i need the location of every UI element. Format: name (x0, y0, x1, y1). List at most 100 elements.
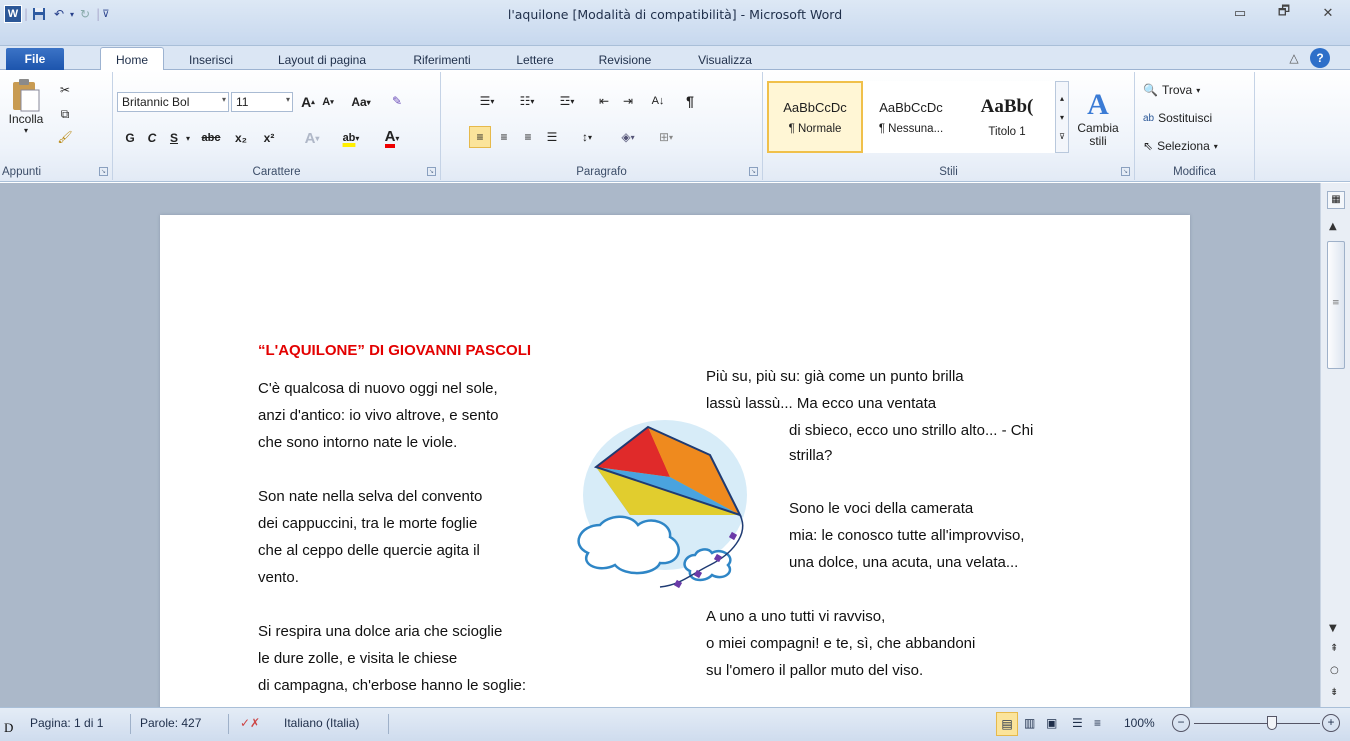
web-layout-icon[interactable]: ▣ (1046, 716, 1057, 730)
close-button[interactable]: ✕ (1306, 2, 1350, 24)
tab-home[interactable]: Home (100, 47, 164, 71)
line-spacing-icon[interactable]: ↕ ▾ (571, 126, 603, 148)
shrink-font-button[interactable]: A ▾ (319, 92, 337, 112)
italic-button[interactable]: C (143, 128, 161, 148)
next-page-icon[interactable]: ⇟ (1330, 687, 1338, 698)
scroll-up-icon[interactable]: ▲ (1329, 221, 1337, 232)
proofing-icon[interactable]: ✓✗ (240, 716, 260, 730)
subscript-button[interactable]: x₂ (229, 128, 253, 148)
replace-icon: ab (1143, 112, 1155, 124)
copy-icon[interactable]: ⧉ (54, 104, 76, 124)
language-indicator[interactable]: Italiano (Italia) (284, 716, 359, 730)
style-normale[interactable]: AaBbCcDc ¶ Normale (767, 81, 863, 153)
bold-button[interactable]: G (121, 128, 139, 148)
format-painter-icon[interactable]: 🖌 (54, 126, 76, 148)
align-right-icon[interactable]: ≡ (517, 126, 539, 148)
numbering-icon[interactable]: ☷ ▾ (509, 90, 545, 112)
shading-icon[interactable]: ◈ ▾ (611, 126, 645, 148)
align-left-icon[interactable]: ≡ (469, 126, 491, 148)
restore-button[interactable]: 🗗 (1262, 2, 1306, 24)
document-page[interactable]: “L'AQUILONE” DI GIOVANNI PASCOLI C'è qua… (160, 215, 1190, 715)
document-heading: “L'AQUILONE” DI GIOVANNI PASCOLI (258, 342, 532, 359)
paste-button[interactable]: Incolla ▾ (4, 76, 48, 136)
underline-button[interactable]: S (165, 128, 183, 148)
title-bar: W | ↶ ▾ ↻ | ⊽ l'aquilone [Modalità di co… (0, 0, 1350, 46)
launcher-icon[interactable]: ↘ (749, 167, 758, 176)
previous-page-icon[interactable]: ⇞ (1330, 643, 1338, 654)
left-line: vento. (258, 569, 299, 586)
right-line: A uno a uno tutti vi ravviso, (706, 608, 886, 625)
style-titolo-1[interactable]: AaBb( Titolo 1 (959, 81, 1055, 153)
tab-layout[interactable]: Layout di pagina (262, 50, 382, 70)
minimize-ribbon-icon[interactable]: △ (1284, 48, 1304, 68)
tab-inserisci[interactable]: Inserisci (176, 50, 246, 70)
change-styles-button[interactable]: A Cambia stili (1071, 78, 1125, 158)
browse-object-icon[interactable]: ○ (1330, 665, 1339, 676)
status-bar: D Pagina: 1 di 1 Parole: 427 ✓✗ Italiano… (0, 707, 1350, 741)
group-clipboard: Incolla ▾ ✂ ⧉ 🖌 Appunti ↘ (0, 72, 113, 180)
show-formatting-button[interactable]: ¶ (679, 90, 701, 112)
ruler-toggle-icon[interactable]: ▦ (1327, 191, 1345, 209)
select-button[interactable]: ⇖ Seleziona ▾ (1143, 136, 1218, 156)
launcher-icon[interactable]: ↘ (1121, 167, 1130, 176)
tab-lettere[interactable]: Lettere (500, 50, 570, 70)
text-effects-icon[interactable]: A ▾ (297, 128, 327, 148)
group-label: Stili (939, 166, 958, 178)
zoom-slider-track[interactable] (1194, 723, 1320, 724)
superscript-button[interactable]: x² (257, 128, 281, 148)
group-styles: AaBbCcDc ¶ Normale AaBbCcDc ¶ Nessuna...… (763, 72, 1135, 180)
align-center-icon[interactable]: ≡ (493, 126, 515, 148)
font-name-select[interactable]: Britannic Bol ▾ (117, 92, 229, 112)
font-size-select[interactable]: 11 ▾ (231, 92, 293, 112)
scroll-down-icon[interactable]: ▼ (1329, 623, 1337, 634)
tab-visualizza[interactable]: Visualizza (680, 50, 770, 70)
tab-file[interactable]: File (6, 48, 64, 70)
justify-icon[interactable]: ☰ (541, 126, 563, 148)
underline-dropdown-icon[interactable]: ▾ (183, 128, 193, 148)
style-nessuna-spaziatura[interactable]: AaBbCcDc ¶ Nessuna... (863, 81, 959, 153)
draft-icon[interactable]: ≡ (1094, 716, 1101, 730)
multilevel-list-icon[interactable]: ☲ ▾ (549, 90, 585, 112)
strikethrough-button[interactable]: abc (197, 128, 225, 148)
left-line: dei cappuccini, tra le morte foglie (258, 515, 478, 532)
cut-icon[interactable]: ✂ (54, 80, 76, 100)
word-count[interactable]: Parole: 427 (140, 716, 201, 730)
decrease-indent-icon[interactable]: ⇤ (593, 90, 615, 112)
tab-riferimenti[interactable]: Riferimenti (392, 50, 492, 70)
right-line: una dolce, una acuta, una velata... (789, 554, 1019, 571)
scroll-thumb[interactable]: ≡ (1327, 241, 1345, 369)
page-indicator[interactable]: Pagina: 1 di 1 (30, 716, 103, 730)
full-screen-reading-icon[interactable]: ▥ (1024, 716, 1035, 730)
clear-format-icon[interactable]: ✎ (385, 90, 409, 112)
zoom-out-icon[interactable]: − (1172, 714, 1190, 732)
increase-indent-icon[interactable]: ⇥ (617, 90, 639, 112)
grow-font-button[interactable]: A ▴ (299, 92, 317, 112)
zoom-slider-thumb[interactable] (1266, 716, 1277, 730)
vertical-scrollbar[interactable]: ▦ ▲ ≡ ▼ ⇞ ○ ⇟ (1320, 183, 1350, 707)
paste-icon (13, 78, 40, 111)
left-line: Son nate nella selva del convento (258, 488, 483, 505)
launcher-icon[interactable]: ↘ (99, 167, 108, 176)
print-layout-icon[interactable]: ▤ (996, 712, 1018, 736)
launcher-icon[interactable]: ↘ (427, 167, 436, 176)
right-line: strilla? (789, 447, 833, 464)
group-label: Appunti (2, 166, 42, 178)
zoom-level[interactable]: 100% (1124, 716, 1155, 730)
borders-icon[interactable]: ⊞ ▾ (649, 126, 683, 148)
right-line: o miei compagni! e te, sì, che abbandoni (706, 635, 976, 652)
zoom-in-icon[interactable]: + (1322, 714, 1340, 732)
minimize-button[interactable]: ▭ (1218, 2, 1262, 24)
styles-scroll[interactable]: ▴ ▾ ⊽ (1055, 81, 1069, 153)
highlight-button[interactable]: ab ▾ (333, 128, 369, 148)
bullets-icon[interactable]: ☰ ▾ (469, 90, 505, 112)
right-line: mia: le conosco tutte all'improvviso, (789, 527, 1025, 544)
change-case-button[interactable]: Aa ▾ (345, 92, 377, 112)
tab-revisione[interactable]: Revisione (580, 50, 670, 70)
font-color-button[interactable]: A ▾ (375, 128, 409, 148)
group-paragraph: ☰ ▾ ☷ ▾ ☲ ▾ ⇤ ⇥ A↓ ¶ ≡ ≡ ≡ ☰ ↕ ▾ ◈ ▾ ⊞ ▾ Parag… (441, 72, 763, 180)
replace-button[interactable]: ab Sostituisci (1143, 108, 1212, 128)
find-button[interactable]: 🔍 Trova ▾ (1143, 80, 1200, 100)
sort-icon[interactable]: A↓ (647, 90, 669, 112)
outline-icon[interactable]: ☰ (1072, 716, 1083, 730)
help-icon[interactable]: ? (1310, 48, 1330, 68)
